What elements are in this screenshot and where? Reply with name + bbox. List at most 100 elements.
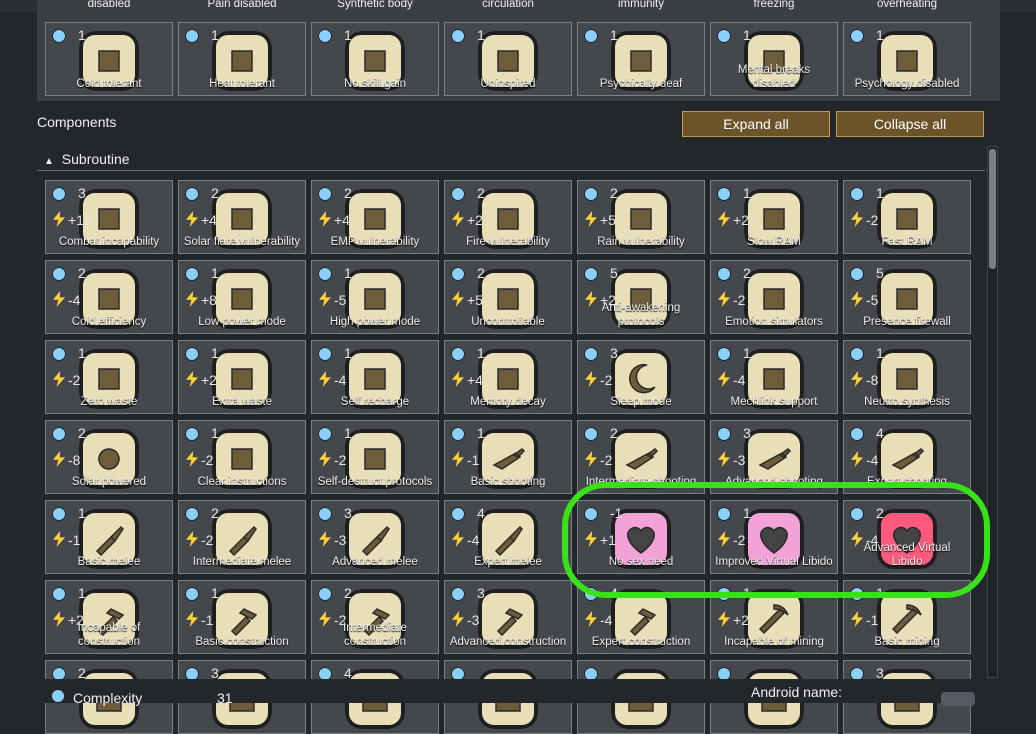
card-name: Psychology disabled [854,78,960,90]
complexity-value: 3 [477,585,485,601]
complexity-icon [318,347,332,361]
android-name-icon[interactable] [941,692,975,706]
subroutine-card[interactable]: 1 -2 Zero waste [45,340,173,414]
subroutine-card[interactable]: 1 No skill gain [311,22,439,96]
complexity-icon [52,427,66,441]
subroutine-card[interactable]: 1 Mental breaks disabled [710,22,838,96]
complexity-value: 3 [78,185,86,201]
subroutine-card[interactable]: 1 +8 Low power mode [178,260,306,334]
subroutine-card[interactable]: 3 -2 Sleep mode [577,340,705,414]
power-value: -3 [733,452,746,468]
power-value: +2 [467,212,483,228]
subroutine-card[interactable]: 1 +2 Slow RAM [710,180,838,254]
power-value: -1 [467,452,480,468]
subroutine-card[interactable]: 5 +2 Anti-awakening protocols [577,260,705,334]
subroutine-card[interactable]: 1 +2 Extra waste [178,340,306,414]
subroutine-card[interactable]: 2 -8 Solar powered [45,420,173,494]
power-icon [452,211,464,227]
complexity-value: 1 [344,425,352,441]
complexity-value: 1 [344,27,352,43]
power-icon [851,371,863,387]
subroutine-card[interactable]: 1 Psychology disabled [843,22,971,96]
complexity-icon [318,427,332,441]
power-icon [452,371,464,387]
expand-all-button[interactable]: Expand all [682,111,830,137]
complexity-icon [185,587,199,601]
top-row-label: freezing [753,0,795,10]
complexity-value: 1 [78,505,86,521]
power-icon [319,211,331,227]
complexity-icon [584,187,598,201]
power-icon [319,531,331,547]
subroutine-card[interactable]: 1 -2 Self-destruct protocols [311,420,439,494]
subroutine-card[interactable]: 1 -2 Fast RAM [843,180,971,254]
complexity-value: 1 [211,265,219,281]
subroutine-card[interactable]: 1 -1 Basic construction [178,580,306,654]
card-name: EMP vulnerability [330,236,420,248]
section-header[interactable]: ▲ Subroutine [44,151,130,167]
power-icon [851,611,863,627]
subroutine-card[interactable]: 2 -2 Emotion simulators [710,260,838,334]
subroutine-card[interactable]: 3 +12 Combat incapability [45,180,173,254]
scrollbar-thumb[interactable] [989,149,996,269]
power-icon [452,291,464,307]
complexity-icon [318,29,332,43]
complexity-value: 1 [477,425,485,441]
subroutine-card[interactable]: 2 -4 Cold efficiency [45,260,173,334]
subroutine-card[interactable]: 1 -1 Basic shooting [444,420,572,494]
power-icon [585,211,597,227]
complexity-icon [318,587,332,601]
subroutine-card[interactable]: 1 Uninspired [444,22,572,96]
subroutine-card[interactable]: 2 +4 EMP vulnerability [311,180,439,254]
complexity-value: 2 [344,185,352,201]
subroutine-card[interactable]: 2 -2 Intermediate melee [178,500,306,574]
power-icon [718,211,730,227]
top-row-label: Pain disabled [207,0,277,10]
subroutine-card[interactable]: 1 Heat tolerant [178,22,306,96]
subroutine-card[interactable]: 2 +5 Rain vulnerability [577,180,705,254]
complexity-value: 2 [743,265,751,281]
subroutine-card[interactable]: 2 +5 Uncontrollable [444,260,572,334]
complexity-icon [451,187,465,201]
power-value: -2 [201,532,214,548]
subroutine-card[interactable]: 1 -1 Basic melee [45,500,173,574]
card-name: No skill gain [344,78,406,90]
complexity-value: 2 [78,425,86,441]
complexity-icon [52,187,66,201]
subroutine-card[interactable]: 2 +4 Solar flare vulnerability [178,180,306,254]
subroutine-card[interactable]: 1 -2 Clear instructions [178,420,306,494]
complexity-icon [850,347,864,361]
subroutine-card[interactable]: 1 -4 Mechlink support [710,340,838,414]
subroutine-card[interactable]: 3 -3 Advanced construction [444,580,572,654]
subroutine-card[interactable]: 1 -8 Neutro synthesis [843,340,971,414]
subroutine-card[interactable]: 1 +2 Incapable of construction [45,580,173,654]
complexity-icon [185,29,199,43]
card-name: High power mode [329,316,421,328]
card-name: Basic construction [195,636,289,648]
complexity-icon [185,267,199,281]
subroutine-card[interactable]: 4 -4 Expert melee [444,500,572,574]
subroutine-card[interactable]: 1 -4 Self recharge [311,340,439,414]
subroutine-card[interactable]: 1 -5 High power mode [311,260,439,334]
power-value: -1 [866,612,879,628]
subroutine-card[interactable]: 1 Cold tolerant [45,22,173,96]
power-value: +5 [600,212,616,228]
subroutine-card[interactable]: 2 +2 Fire vulnerability [444,180,572,254]
subroutine-card[interactable]: 5 -5 Presence firewall [843,260,971,334]
power-value: -4 [467,532,480,548]
complexity-footer-icon [52,690,64,702]
card-name: Psychically deaf [599,78,683,90]
subroutine-card[interactable]: 1 Psychically deaf [577,22,705,96]
card-name: Anti-awakening protocols [601,302,681,328]
subroutine-card[interactable]: 3 -3 Advanced melee [311,500,439,574]
collapse-all-button[interactable]: Collapse all [836,111,984,137]
card-name: Expert construction [591,636,691,648]
vertical-scrollbar[interactable] [987,146,998,678]
power-icon [452,531,464,547]
power-value: -8 [866,372,879,388]
subroutine-card[interactable]: 1 +4 Memory decay [444,340,572,414]
complexity-icon [584,427,598,441]
subroutine-card[interactable]: 2 -2 Intermediate construction [311,580,439,654]
section-divider [37,170,985,171]
top-row-label: disabled [87,0,131,10]
